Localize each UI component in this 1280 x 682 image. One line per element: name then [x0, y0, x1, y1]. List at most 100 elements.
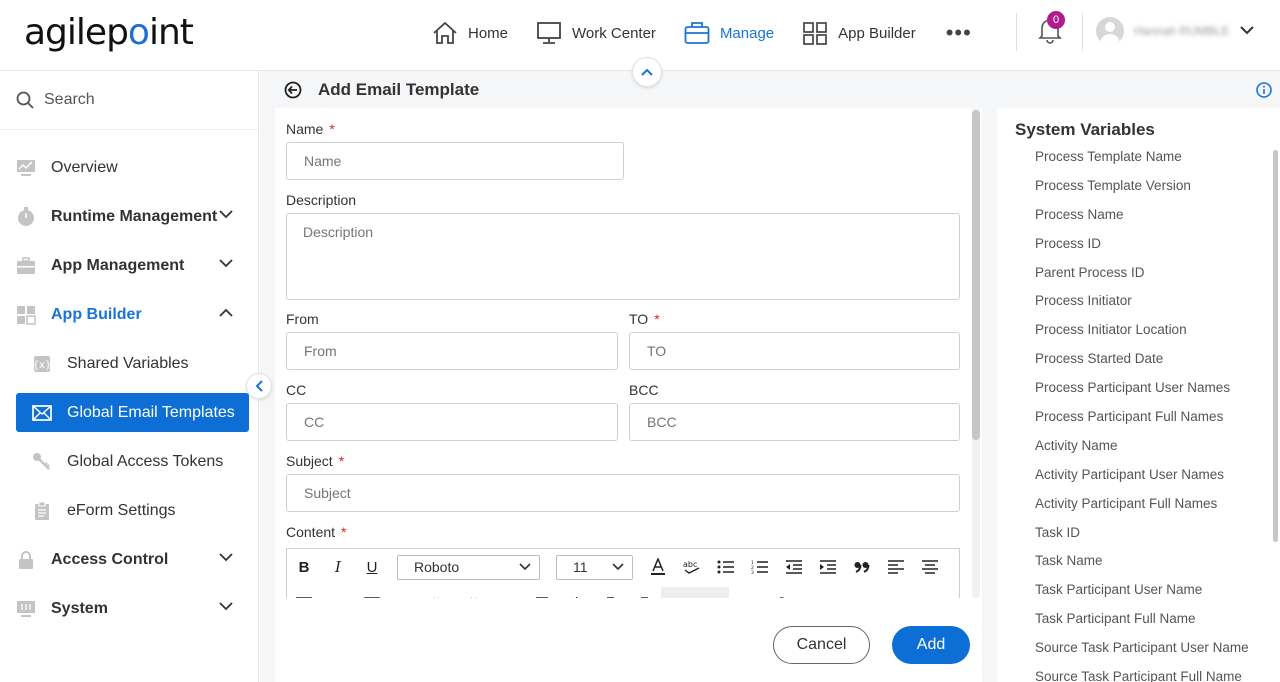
sidebar-item-app-builder[interactable]: App Builder: [16, 295, 249, 334]
outdent-button[interactable]: [777, 554, 811, 580]
indent-icon: [820, 560, 836, 574]
description-input[interactable]: [286, 213, 960, 300]
preview-button[interactable]: [797, 587, 831, 598]
list-item[interactable]: Process Participant Full Names: [1035, 408, 1249, 437]
superscript-button[interactable]: 2: [423, 587, 457, 598]
sidebar-search[interactable]: Search: [0, 71, 258, 130]
sidebar-item-global-access-tokens[interactable]: Global Access Tokens: [16, 442, 249, 481]
sidebar-item-eform-settings[interactable]: eForm Settings: [16, 491, 249, 530]
undo-button[interactable]: [661, 587, 695, 598]
list-item[interactable]: Source Task Participant Full Name: [1035, 668, 1249, 682]
link-button[interactable]: [321, 587, 355, 598]
bcc-input[interactable]: [629, 403, 960, 441]
clear-format-button[interactable]: [491, 587, 525, 598]
sidebar-item-runtime-management[interactable]: Runtime Management: [16, 197, 249, 236]
list-item[interactable]: Task Participant User Name: [1035, 581, 1249, 610]
strikethrough-button[interactable]: [525, 587, 559, 598]
search-icon: [16, 91, 34, 109]
from-input[interactable]: [286, 332, 618, 370]
blockquote-button[interactable]: [845, 554, 879, 580]
nav-work-center[interactable]: Work Center: [536, 18, 656, 48]
paragraph-rtl-button[interactable]: [627, 587, 661, 598]
align-center-button[interactable]: [913, 554, 947, 580]
list-item[interactable]: Parent Process ID: [1035, 264, 1249, 293]
info-icon[interactable]: [1256, 82, 1272, 98]
nav-manage[interactable]: Manage: [684, 18, 774, 48]
cancel-button[interactable]: Cancel: [773, 626, 870, 664]
back-arrow-icon[interactable]: [284, 81, 302, 99]
font-color-button[interactable]: [641, 554, 675, 580]
form-scrollbar[interactable]: [972, 110, 980, 440]
underline-button[interactable]: U: [355, 554, 389, 580]
redo-button[interactable]: [695, 587, 729, 598]
sidebar-item-shared-variables[interactable]: {x} Shared Variables: [16, 344, 249, 383]
lock-icon: [16, 550, 36, 570]
chevron-down-icon[interactable]: [219, 259, 233, 268]
sidebar-item-system[interactable]: System: [16, 589, 249, 628]
agilepoint-logo[interactable]: agilepoint: [24, 12, 194, 53]
chevron-down-icon[interactable]: [1240, 25, 1254, 35]
more-menu-button[interactable]: •••: [946, 22, 972, 44]
nav-home[interactable]: Home: [432, 18, 508, 48]
sidebar-item-overview[interactable]: Overview: [16, 148, 249, 187]
nav-app-builder[interactable]: App Builder: [802, 18, 916, 48]
maximize-button[interactable]: [763, 587, 797, 598]
list-item[interactable]: Activity Name: [1035, 437, 1249, 466]
sidebar-item-access-control[interactable]: Access Control: [16, 540, 249, 579]
bulleted-list-button[interactable]: [709, 554, 743, 580]
font-size-select[interactable]: 11: [556, 554, 633, 580]
list-item[interactable]: Activity Participant Full Names: [1035, 495, 1249, 524]
list-item[interactable]: Activity Participant User Names: [1035, 466, 1249, 495]
sidebar-item-global-email-templates[interactable]: Global Email Templates: [16, 393, 249, 432]
cc-input[interactable]: [286, 403, 618, 441]
chevron-down-icon[interactable]: [219, 553, 233, 562]
list-item[interactable]: Process Template Version: [1035, 177, 1249, 206]
font-family-select[interactable]: Roboto: [397, 554, 540, 580]
indent-button[interactable]: [811, 554, 845, 580]
horizontal-rule-button[interactable]: [729, 587, 763, 598]
system-variables-scrollbar[interactable]: [1273, 150, 1278, 542]
list-item[interactable]: Task Participant Full Name: [1035, 610, 1249, 639]
align-left-icon: [888, 560, 904, 574]
table-button[interactable]: [389, 587, 423, 598]
italic-button[interactable]: I: [321, 554, 355, 580]
subscript-button[interactable]: [457, 587, 491, 598]
paragraph-ltr-button[interactable]: [593, 587, 627, 598]
chevron-down-icon[interactable]: [219, 602, 233, 611]
align-justify-button[interactable]: [287, 587, 321, 598]
font-family-value: Roboto: [414, 559, 460, 575]
source-button[interactable]: [559, 587, 593, 598]
list-item[interactable]: Task ID: [1035, 524, 1249, 553]
list-item[interactable]: Source Task Participant User Name: [1035, 639, 1249, 668]
bcc-label: BCC: [629, 382, 659, 398]
sidebar-item-app-management[interactable]: App Management: [16, 246, 249, 285]
to-input[interactable]: [629, 332, 960, 370]
chevron-up-icon[interactable]: [219, 308, 233, 317]
list-item[interactable]: Process Template Name: [1035, 148, 1249, 177]
avatar[interactable]: [1096, 17, 1124, 45]
name-input[interactable]: [286, 142, 624, 180]
list-item[interactable]: Process ID: [1035, 235, 1249, 264]
collapse-header-button[interactable]: [632, 57, 662, 87]
list-item[interactable]: Process Initiator Location: [1035, 321, 1249, 350]
align-left-button[interactable]: [879, 554, 913, 580]
bold-button[interactable]: B: [287, 554, 321, 580]
numbered-list-button[interactable]: 123: [743, 554, 777, 580]
user-name[interactable]: Hannah RUMBLE: [1134, 24, 1229, 38]
list-item[interactable]: Process Participant User Names: [1035, 379, 1249, 408]
rich-text-toolbar: B I U Roboto 11 abc 123: [286, 548, 960, 598]
preview-icon: [806, 597, 822, 598]
add-button[interactable]: Add: [892, 626, 970, 664]
subject-input[interactable]: [286, 474, 960, 512]
font-size-value: 11: [573, 559, 588, 575]
list-item[interactable]: Process Name: [1035, 206, 1249, 235]
sidebar-item-label: Global Access Tokens: [67, 452, 224, 470]
collapse-sidebar-button[interactable]: [246, 373, 272, 399]
spellcheck-button[interactable]: abc: [675, 554, 709, 580]
toolbox-icon: [16, 256, 36, 276]
list-item[interactable]: Process Started Date: [1035, 350, 1249, 379]
image-button[interactable]: [355, 587, 389, 598]
list-item[interactable]: Task Name: [1035, 552, 1249, 581]
chevron-down-icon[interactable]: [219, 210, 233, 219]
list-item[interactable]: Process Initiator: [1035, 292, 1249, 321]
